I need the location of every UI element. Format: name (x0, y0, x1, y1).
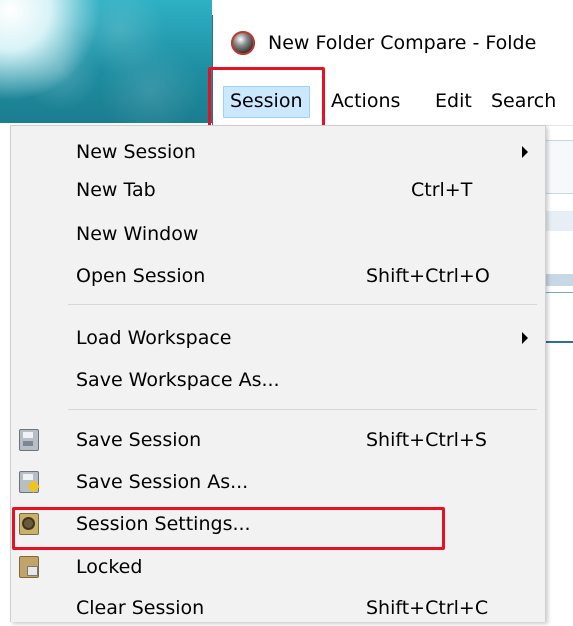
menu-item-save-session[interactable]: Save Session Shift+Ctrl+S (11, 422, 545, 458)
menu-separator (68, 304, 537, 305)
toolbar-fragment (545, 274, 573, 286)
menu-item-label: New Session (76, 141, 196, 163)
menu-item-label: New Tab (76, 179, 156, 201)
menu-item-label: Load Workspace (76, 327, 232, 349)
title-bar[interactable]: New Folder Compare - Folde (213, 15, 573, 73)
save-session-as-icon (19, 471, 39, 493)
menu-item-save-workspace-as[interactable]: Save Workspace As... (11, 362, 545, 398)
app-logo-icon (231, 31, 255, 55)
menu-search[interactable]: Search (485, 86, 562, 116)
menu-item-label: Locked (76, 556, 143, 578)
menu-item-label: Open Session (76, 265, 206, 287)
desktop-background (0, 0, 212, 123)
menu-item-label: Save Workspace As... (76, 369, 280, 391)
menu-actions[interactable]: Actions (325, 86, 406, 116)
menu-item-shortcut: Ctrl+T (411, 179, 473, 201)
menu-item-new-session[interactable]: New Session (11, 134, 545, 170)
toolbar-fragment (545, 292, 573, 343)
session-dropdown-menu: New Session New Tab Ctrl+T New Window Op… (10, 125, 546, 622)
menu-edit[interactable]: Edit (429, 86, 478, 116)
menu-bar: Session Actions Edit Search (213, 73, 573, 126)
toolbar-fragment (545, 211, 573, 231)
session-settings-icon (19, 513, 39, 535)
toolbar-fragment (545, 140, 573, 194)
menu-separator (68, 409, 537, 410)
menu-item-label: Save Session (76, 429, 202, 451)
menu-item-label: New Window (76, 223, 199, 245)
window-title: New Folder Compare - Folde (268, 32, 537, 54)
menu-item-load-workspace[interactable]: Load Workspace (11, 320, 545, 356)
submenu-arrow-icon (522, 332, 528, 344)
menu-item-shortcut: Shift+Ctrl+S (366, 429, 487, 451)
submenu-arrow-icon (522, 146, 528, 158)
locked-icon (19, 556, 39, 578)
menu-item-label: Session Settings... (76, 513, 251, 535)
save-session-icon (19, 429, 39, 451)
menu-item-open-session[interactable]: Open Session Shift+Ctrl+O (11, 258, 545, 294)
menu-item-new-tab[interactable]: New Tab Ctrl+T (11, 172, 545, 208)
menu-item-new-window[interactable]: New Window (11, 216, 545, 252)
menu-item-shortcut: Shift+Ctrl+O (366, 265, 490, 287)
menu-item-locked[interactable]: Locked (11, 549, 545, 585)
menu-item-session-settings[interactable]: Session Settings... (11, 506, 545, 542)
menu-item-save-session-as[interactable]: Save Session As... (11, 464, 545, 500)
menu-session[interactable]: Session (223, 86, 310, 118)
menu-item-label: Save Session As... (76, 471, 249, 493)
